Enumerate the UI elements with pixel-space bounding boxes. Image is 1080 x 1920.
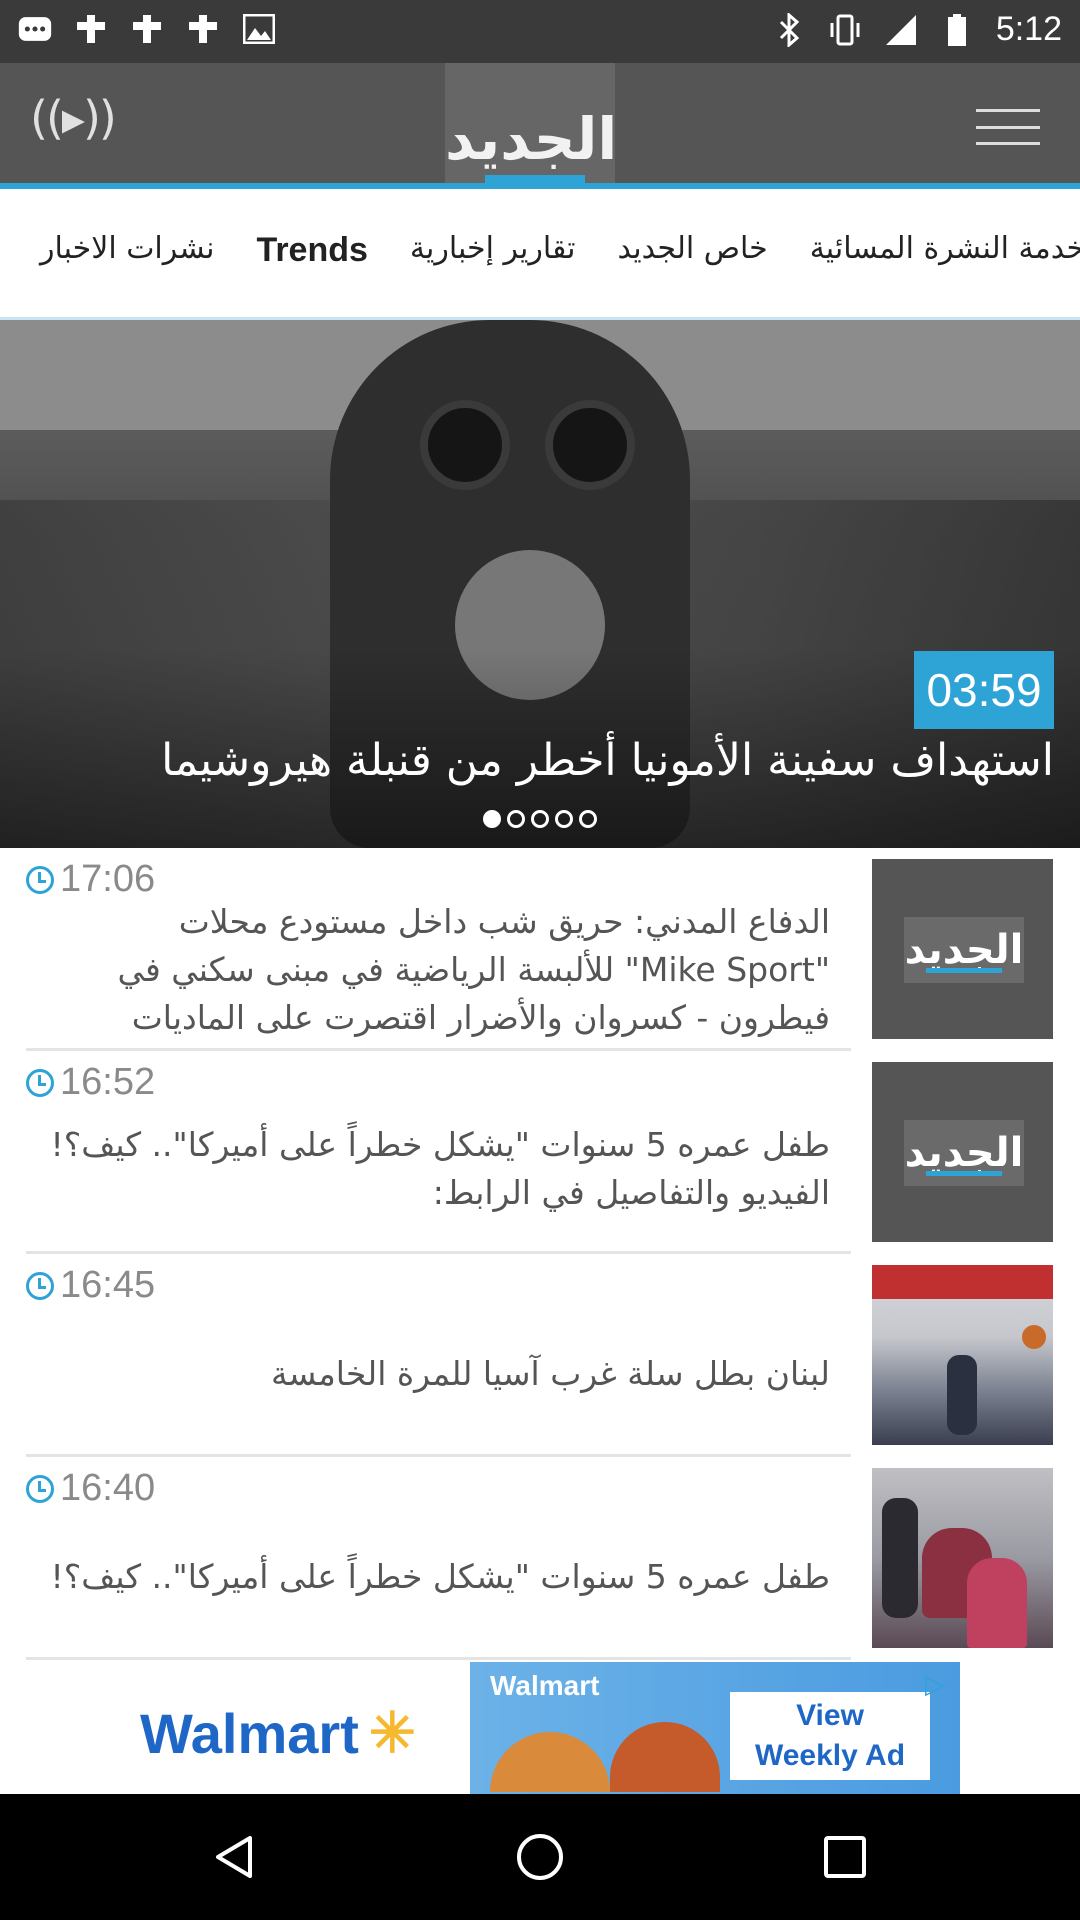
walmart-spark-icon: ✳ xyxy=(368,1701,416,1764)
ad-brand: Walmart ✳ xyxy=(140,1701,416,1765)
tab-news-bulletins[interactable]: نشرات الاخبار xyxy=(40,231,214,270)
news-thumbnail xyxy=(872,1468,1053,1648)
notification-icon xyxy=(186,12,220,46)
news-thumbnail: الجديد xyxy=(872,1062,1053,1242)
clock-icon xyxy=(26,865,54,894)
signal-icon xyxy=(884,13,918,47)
news-item[interactable]: الجديد 16:52 طفل عمره 5 سنوات "يشكل خطرا… xyxy=(0,1051,1080,1254)
tab-trends[interactable]: Trends xyxy=(256,231,367,270)
app-screen: 5:12 ((▸)) الجديد خدمة النشرة المسائية خ… xyxy=(0,0,1080,1920)
slide-dot[interactable] xyxy=(555,810,573,828)
category-tabs: خدمة النشرة المسائية خاص الجديد تقارير إ… xyxy=(0,189,1080,320)
status-bar: 5:12 xyxy=(0,0,1080,63)
clock-icon xyxy=(26,1474,54,1503)
news-time: 16:40 xyxy=(26,1467,155,1510)
recent-apps-icon[interactable] xyxy=(820,1832,870,1882)
slide-dot[interactable] xyxy=(507,810,525,828)
thumbnail-logo: الجديد xyxy=(904,1130,1024,1176)
news-title: طفل عمره 5 سنوات "يشكل خطراً على أميركا"… xyxy=(50,1557,830,1596)
battery-icon xyxy=(940,13,974,47)
thumbnail-logo: الجديد xyxy=(904,927,1024,973)
app-bar: ((▸)) الجديد xyxy=(0,63,1080,183)
hamburger-menu-icon[interactable] xyxy=(976,109,1040,145)
slide-indicator xyxy=(0,810,1080,828)
live-radio-icon[interactable]: ((▸)) xyxy=(30,91,117,145)
bluetooth-icon xyxy=(772,12,806,47)
tab-evening-bulletin[interactable]: خدمة النشرة المسائية xyxy=(810,231,1080,270)
news-title: الدفاع المدني: حريق شب داخل مستودع محلات… xyxy=(117,902,830,1037)
messages-icon xyxy=(18,12,52,46)
back-icon[interactable] xyxy=(210,1832,260,1882)
news-item[interactable]: الجديد 17:06 الدفاع المدني: حريق شب داخل… xyxy=(0,848,1080,1051)
status-notifications xyxy=(18,12,276,46)
logo-underline xyxy=(485,175,585,183)
home-icon[interactable] xyxy=(515,1832,565,1882)
news-item[interactable]: 16:40 طفل عمره 5 سنوات "يشكل خطراً على أ… xyxy=(0,1457,1080,1660)
ad-cta-button[interactable]: View Weekly Ad xyxy=(730,1692,930,1780)
status-system: 5:12 xyxy=(772,10,1062,49)
news-title: لبنان بطل سلة غرب آسيا للمرة الخامسة xyxy=(270,1354,830,1393)
ad-image: Walmart View Weekly Ad xyxy=(470,1662,960,1794)
tab-aljadeed-exclusive[interactable]: خاص الجديد xyxy=(618,231,768,270)
notification-icon xyxy=(74,12,108,46)
slide-dot[interactable] xyxy=(579,810,597,828)
news-time: 17:06 xyxy=(26,858,155,901)
news-title: طفل عمره 5 سنوات "يشكل خطراً على أميركا"… xyxy=(50,1125,830,1212)
app-logo[interactable]: الجديد xyxy=(445,105,617,173)
ad-banner[interactable]: Walmart ✳ Walmart View Weekly Ad ▷ xyxy=(0,1662,1080,1794)
video-duration-badge: 03:59 xyxy=(914,651,1054,729)
news-time: 16:52 xyxy=(26,1061,155,1104)
vibrate-icon xyxy=(828,13,862,47)
news-thumbnail xyxy=(872,1265,1053,1445)
hero-headline[interactable]: استهداف سفينة الأمونيا أخطر من قنبلة هير… xyxy=(24,735,1054,786)
tab-news-reports[interactable]: تقارير إخبارية xyxy=(410,231,576,270)
news-time: 16:45 xyxy=(26,1264,155,1307)
adchoices-icon[interactable]: ▷ xyxy=(925,1670,955,1700)
slide-dot[interactable] xyxy=(531,810,549,828)
slide-dot[interactable] xyxy=(483,810,501,828)
clock-icon xyxy=(26,1068,54,1097)
news-item[interactable]: 16:45 لبنان بطل سلة غرب آسيا للمرة الخام… xyxy=(0,1254,1080,1457)
image-icon xyxy=(242,12,276,46)
status-time: 5:12 xyxy=(995,10,1062,48)
divider xyxy=(26,1657,851,1660)
system-nav-bar xyxy=(0,1794,1080,1920)
notification-icon xyxy=(130,12,164,46)
hero-video-slide[interactable]: 03:59 استهداف سفينة الأمونيا أخطر من قنب… xyxy=(0,320,1080,848)
news-thumbnail: الجديد xyxy=(872,859,1053,1039)
clock-icon xyxy=(26,1271,54,1300)
